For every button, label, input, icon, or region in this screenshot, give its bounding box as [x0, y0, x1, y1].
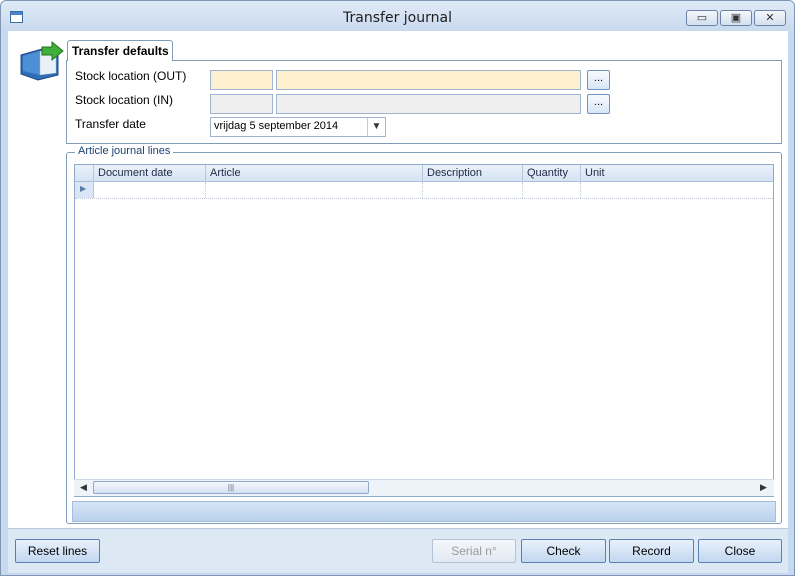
- close-button[interactable]: Close: [698, 539, 782, 563]
- cell-article[interactable]: [206, 182, 423, 198]
- stock-in-label: Stock location (IN): [75, 93, 174, 107]
- close-icon: ✕: [765, 12, 775, 24]
- column-header-description[interactable]: Description: [423, 165, 523, 182]
- transfer-date-value: vrijdag 5 september 2014: [214, 120, 339, 132]
- cell-description[interactable]: [423, 182, 523, 198]
- window-content: Transfer defaults Stock location (OUT) .…: [8, 31, 788, 573]
- stock-out-browse-button[interactable]: ...: [587, 70, 610, 90]
- transfer-book-icon: [20, 41, 64, 81]
- column-header-quantity[interactable]: Quantity: [523, 165, 581, 182]
- stock-in-name-field[interactable]: [276, 94, 581, 114]
- stock-out-name-field[interactable]: [276, 70, 581, 90]
- maximize-button[interactable]: ▣: [720, 10, 752, 26]
- scroll-right-icon[interactable]: ▶: [760, 482, 767, 493]
- scrollbar-thumb[interactable]: |||: [93, 481, 369, 494]
- grid-footer-bar: [72, 501, 776, 522]
- transfer-journal-window: Transfer journal ▭ ▣ ✕ Transfer defaults…: [0, 0, 795, 576]
- title-bar[interactable]: Transfer journal ▭ ▣ ✕: [1, 1, 794, 31]
- scroll-left-icon[interactable]: ◀: [80, 482, 87, 493]
- cell-unit[interactable]: [581, 182, 773, 198]
- chevron-down-icon[interactable]: ▼: [367, 118, 385, 136]
- record-button[interactable]: Record: [609, 539, 694, 563]
- article-journal-lines-title: Article journal lines: [75, 145, 174, 157]
- tab-transfer-defaults-label: Transfer defaults: [72, 44, 169, 58]
- tab-transfer-defaults[interactable]: Transfer defaults: [67, 40, 173, 61]
- cell-document-date[interactable]: [94, 182, 206, 198]
- column-header-article[interactable]: Article: [206, 165, 423, 182]
- column-header-unit[interactable]: Unit: [581, 165, 773, 182]
- window-title: Transfer journal: [343, 10, 452, 26]
- row-pointer-icon: ▶: [80, 184, 87, 193]
- row-selector[interactable]: ▶: [75, 182, 94, 198]
- transfer-date-picker[interactable]: vrijdag 5 september 2014 ▼: [210, 117, 386, 137]
- check-button[interactable]: Check: [521, 539, 606, 563]
- grid-header-selector: [75, 165, 94, 182]
- button-bar: Reset lines Serial n° Check Record Close: [8, 528, 788, 573]
- close-window-button[interactable]: ✕: [754, 10, 786, 26]
- stock-out-label: Stock location (OUT): [75, 69, 187, 83]
- maximize-icon: ▣: [730, 12, 742, 24]
- stock-out-code-field[interactable]: [210, 70, 273, 90]
- serial-number-button[interactable]: Serial n°: [432, 539, 516, 563]
- reset-lines-button[interactable]: Reset lines: [15, 539, 100, 563]
- journal-lines-grid[interactable]: Document date Article Description Quanti…: [74, 164, 774, 497]
- stock-in-code-field[interactable]: [210, 94, 273, 114]
- horizontal-scrollbar[interactable]: ◀ ||| ▶: [74, 479, 774, 496]
- minimize-icon: ▭: [696, 12, 708, 24]
- column-header-document-date[interactable]: Document date: [94, 165, 206, 182]
- transfer-date-label: Transfer date: [75, 117, 146, 131]
- stock-in-browse-button[interactable]: ...: [587, 94, 610, 114]
- minimize-button[interactable]: ▭: [686, 10, 718, 26]
- cell-quantity[interactable]: [523, 182, 581, 198]
